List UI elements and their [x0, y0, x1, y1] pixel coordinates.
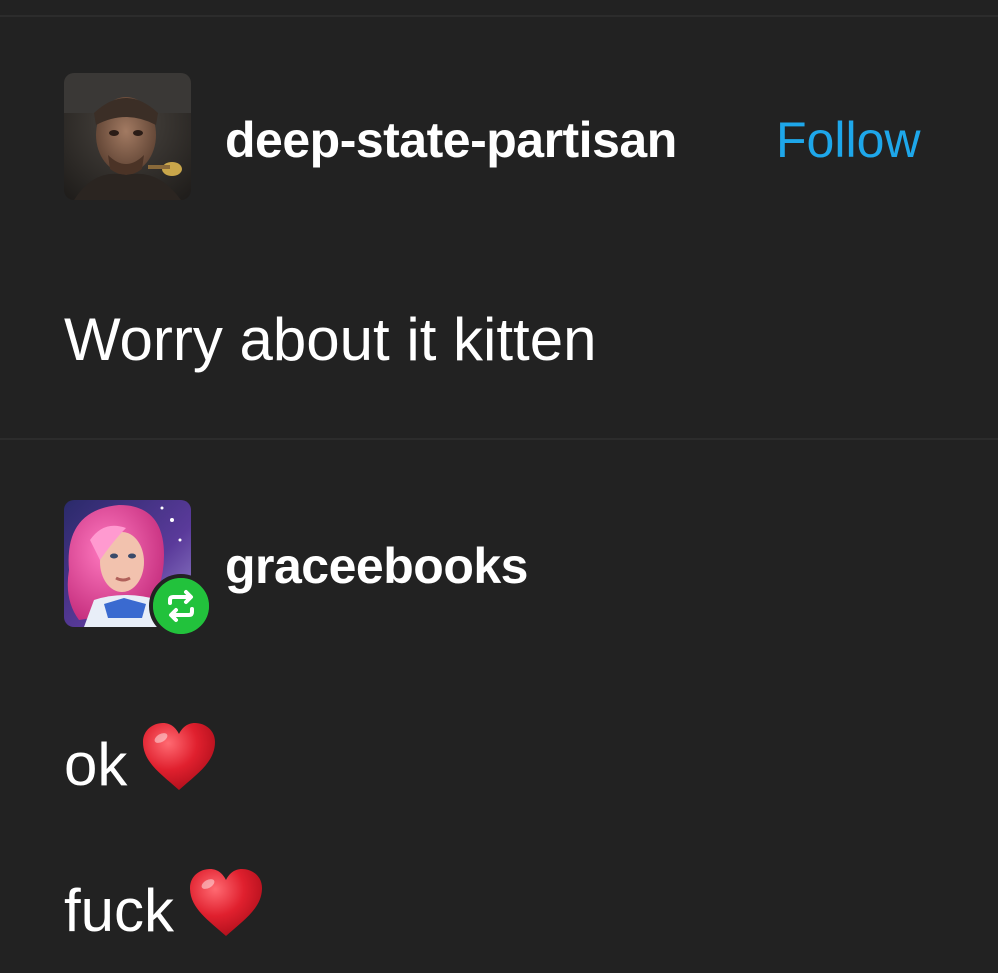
- post-text: Worry about it kitten: [64, 306, 597, 373]
- post-line-2-text: fuck: [64, 877, 175, 944]
- reblog-icon: [149, 574, 213, 638]
- heart-icon: [141, 722, 217, 807]
- username-deep-state-partisan[interactable]: deep-state-partisan: [225, 110, 677, 170]
- post-line-1: ok: [64, 722, 217, 807]
- reblog-thread: deep-state-partisan Follow Worry about i…: [0, 0, 998, 973]
- post-divider: [0, 438, 998, 440]
- heart-icon: [188, 868, 264, 953]
- post-line-2: fuck: [64, 868, 264, 953]
- username-graceebooks[interactable]: graceebooks: [225, 536, 528, 596]
- follow-button[interactable]: Follow: [776, 110, 920, 170]
- post-line-1-text: ok: [64, 731, 128, 798]
- top-divider: [0, 15, 998, 17]
- avatar-deep-state-partisan[interactable]: [64, 73, 191, 200]
